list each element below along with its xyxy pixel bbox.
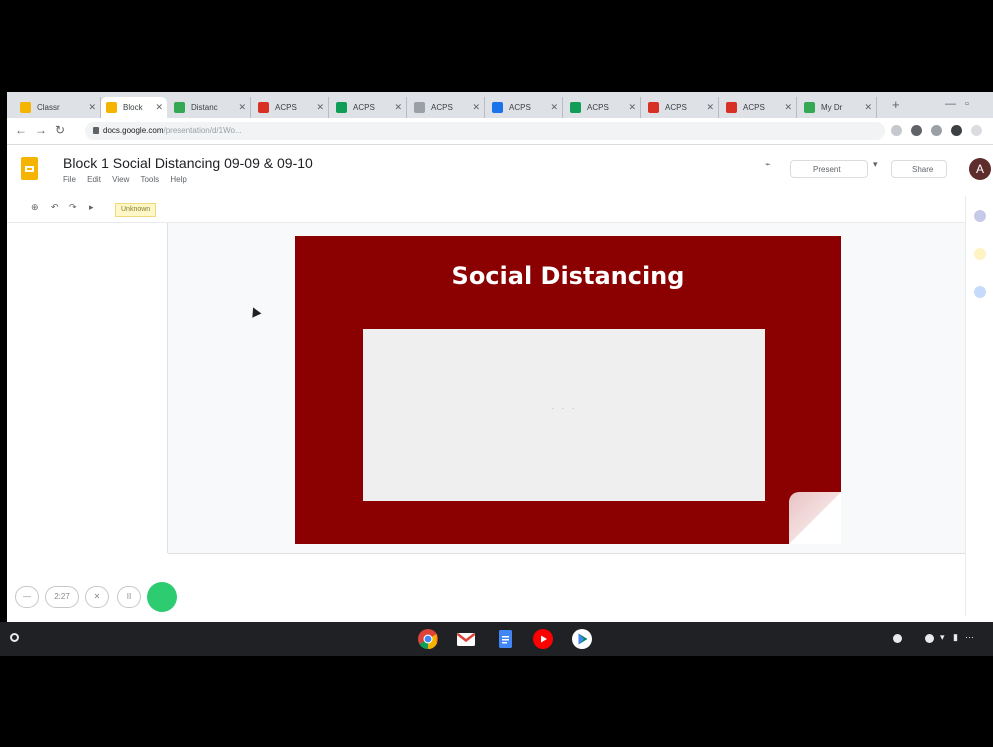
activity-icon[interactable]: ⌁ <box>765 159 770 170</box>
address-domain: docs.google.com <box>103 126 164 135</box>
tab-distancing[interactable]: Distanc ✕ <box>169 97 251 118</box>
document-title[interactable]: Block 1 Social Distancing 09-09 & 09-10 <box>63 155 313 171</box>
menu-edit[interactable]: Edit <box>87 175 101 184</box>
slides-header: Block 1 Social Distancing 09-09 & 09-10 … <box>7 145 993 195</box>
star-icon[interactable] <box>891 125 902 136</box>
menu-help[interactable]: Help <box>170 175 186 184</box>
slide-filmstrip[interactable] <box>7 223 168 553</box>
acps-icon <box>570 102 581 113</box>
forward-icon[interactable]: → <box>35 123 47 137</box>
extension-icon[interactable] <box>911 125 922 136</box>
address-bar-row: ← → ↻ docs.google.com/presentation/d/1Wo… <box>7 118 993 145</box>
tab-classroom[interactable]: Classr ✕ <box>15 97 101 118</box>
wifi-icon[interactable]: ▾ <box>940 632 945 643</box>
address-bar[interactable]: docs.google.com/presentation/d/1Wo... <box>85 122 885 140</box>
close-icon[interactable]: ✕ <box>550 97 558 118</box>
acps-icon <box>336 102 347 113</box>
tab-acps-2[interactable]: ACPS ✕ <box>331 97 407 118</box>
tab-acps-1[interactable]: ACPS ✕ <box>253 97 329 118</box>
battery-icon[interactable]: ▮ <box>953 632 958 643</box>
menu-view[interactable]: View <box>112 175 129 184</box>
page-curl-decoration <box>789 492 841 544</box>
play-store-icon[interactable] <box>571 628 593 650</box>
back-icon[interactable]: — <box>15 586 39 608</box>
close-icon[interactable]: ✕ <box>472 97 480 118</box>
slide[interactable]: Social Distancing · · · <box>295 236 841 544</box>
acps-icon <box>414 102 425 113</box>
acps-icon <box>726 102 737 113</box>
close-icon[interactable]: ✕ <box>316 97 324 118</box>
browser-window: Classr ✕ Block ✕ Distanc ✕ ACPS ✕ ACPS ✕… <box>7 92 993 622</box>
stylus-icon[interactable] <box>893 634 902 643</box>
slide-title[interactable]: Social Distancing <box>295 262 841 290</box>
speaker-notes[interactable] <box>168 553 965 617</box>
menu-icon[interactable] <box>971 125 982 136</box>
menu-tools[interactable]: Tools <box>140 175 159 184</box>
calendar-icon[interactable] <box>974 210 986 222</box>
keep-icon[interactable] <box>974 248 986 260</box>
chrome-icon[interactable] <box>417 628 439 650</box>
undo-icon[interactable]: ↶ <box>51 202 59 213</box>
tab-acps-5[interactable]: ACPS ✕ <box>565 97 641 118</box>
drive-icon <box>174 102 185 113</box>
acps-icon <box>492 102 503 113</box>
docs-icon[interactable] <box>494 628 516 650</box>
recorder-counter: 2:27 <box>45 586 79 608</box>
close-icon[interactable]: ✕ <box>238 97 246 118</box>
chevron-down-icon[interactable]: ▾ <box>873 159 878 170</box>
clock[interactable]: ⋯ <box>965 632 985 643</box>
select-icon[interactable]: ▸ <box>89 202 94 213</box>
classroom-icon <box>20 102 31 113</box>
tasks-icon[interactable] <box>974 286 986 298</box>
youtube-icon[interactable] <box>532 628 554 650</box>
settings-icon[interactable] <box>925 634 934 643</box>
os-shelf: ▾ ▮ ⋯ <box>0 622 993 656</box>
new-tab-button[interactable]: + <box>892 97 900 112</box>
tab-acps-6[interactable]: ACPS ✕ <box>643 97 719 118</box>
close-icon[interactable]: ✕ <box>155 97 163 118</box>
editor-toolbar: ⊕ ↶ ↷ ▸ Unknown <box>7 196 993 223</box>
back-icon[interactable]: ← <box>15 123 27 137</box>
loading-indicator: · · · <box>551 403 577 414</box>
lock-icon <box>93 127 99 135</box>
close-icon[interactable]: ✕ <box>784 97 792 118</box>
gmail-icon[interactable] <box>455 628 477 650</box>
share-button[interactable]: Share <box>891 160 947 178</box>
tab-acps-7[interactable]: ACPS ✕ <box>721 97 797 118</box>
close-icon[interactable]: ✕ <box>864 97 872 118</box>
menu-file[interactable]: File <box>63 175 76 184</box>
record-button[interactable] <box>147 582 177 612</box>
tab-block[interactable]: Block ✕ <box>101 97 167 118</box>
drive-icon <box>804 102 815 113</box>
extension-icon[interactable] <box>931 125 942 136</box>
close-icon[interactable]: ✕ <box>628 97 636 118</box>
tab-acps-3[interactable]: ACPS ✕ <box>409 97 485 118</box>
menu-bar: File Edit View Tools Help <box>63 175 196 184</box>
close-icon[interactable]: ✕ <box>706 97 714 118</box>
side-panel <box>965 196 993 616</box>
acps-icon <box>258 102 269 113</box>
launcher-icon[interactable] <box>10 633 19 642</box>
tab-strip: Classr ✕ Block ✕ Distanc ✕ ACPS ✕ ACPS ✕… <box>7 92 993 118</box>
tab-acps-4[interactable]: ACPS ✕ <box>487 97 563 118</box>
present-button[interactable]: Present <box>790 160 868 178</box>
acps-icon <box>648 102 659 113</box>
layout-chip[interactable]: Unknown <box>115 203 157 217</box>
address-path: /presentation/d/1Wo... <box>163 126 242 135</box>
pause-icon[interactable]: II <box>117 586 141 608</box>
slides-icon <box>106 102 117 113</box>
extension-icon[interactable] <box>951 125 962 136</box>
reload-icon[interactable]: ↻ <box>55 123 65 137</box>
zoom-icon[interactable]: ⊕ <box>31 202 39 213</box>
avatar[interactable]: A <box>969 158 991 180</box>
redo-icon[interactable]: ↷ <box>69 202 77 213</box>
close-icon[interactable]: ✕ <box>394 97 402 118</box>
tab-my-drive[interactable]: My Dr ✕ <box>799 97 877 118</box>
slides-logo-icon[interactable] <box>21 157 38 180</box>
close-icon[interactable]: ✕ <box>85 586 109 608</box>
maximize-icon[interactable]: ▫ <box>965 98 969 110</box>
minimize-icon[interactable]: — <box>945 98 956 110</box>
slide-placeholder-box[interactable]: · · · <box>363 329 765 501</box>
close-icon[interactable]: ✕ <box>88 97 96 118</box>
